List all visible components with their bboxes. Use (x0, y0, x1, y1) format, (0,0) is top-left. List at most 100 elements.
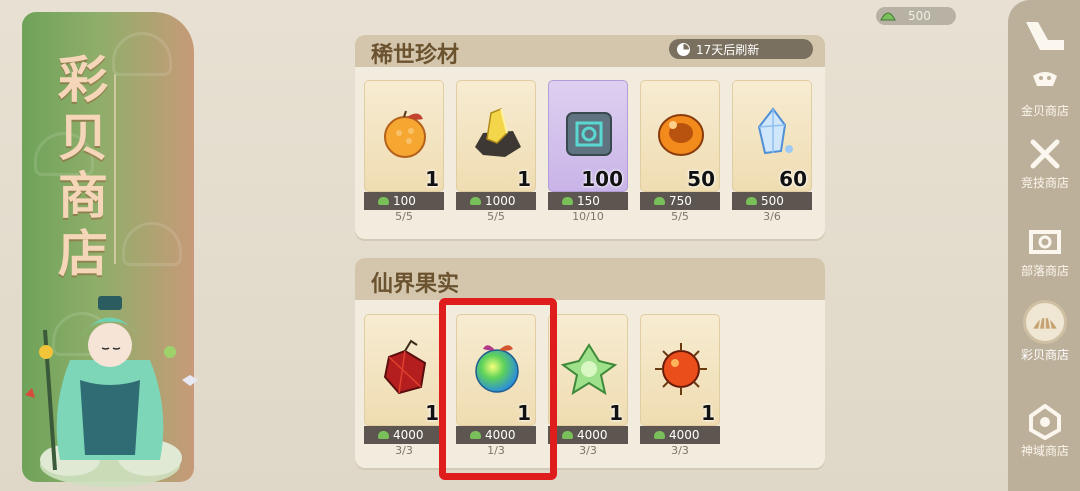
shell-currency-icon (378, 431, 389, 439)
refresh-timer-text: 17天后刷新 (696, 42, 760, 57)
item-slot: 1 (456, 80, 536, 192)
price-tag: 4000 (640, 426, 720, 444)
shell-currency-icon (654, 431, 665, 439)
item-quantity: 1 (701, 401, 715, 425)
purchase-limit: 10/10 (572, 210, 604, 223)
banner-divider (114, 74, 116, 264)
item-price: 500 (761, 194, 784, 208)
shell-currency-icon (880, 12, 896, 21)
shop-item-card[interactable]: 1 4000 3/3 (364, 314, 444, 460)
sidebar-item-label: 竞技商店 (1020, 176, 1069, 190)
active-indicator (1023, 300, 1067, 344)
sidebar-item-gold-shell-shop[interactable]: 金贝商店 (1010, 64, 1080, 134)
purchase-limit: 5/5 (395, 210, 413, 223)
spiky-fire-fruit-icon (655, 343, 707, 395)
banner-title-char: 贝 (58, 108, 108, 167)
clock-icon (677, 42, 690, 56)
banner-title-char: 彩 (58, 50, 108, 109)
item-price: 100 (393, 194, 416, 208)
item-slot: 1 (456, 314, 536, 426)
green-leaf-fruit-icon (560, 343, 618, 396)
shop-item-card[interactable]: 1 4000 3/3 (548, 314, 628, 460)
shell-pattern-decoration (112, 32, 172, 76)
shop-item-card[interactable]: 1 4000 3/3 (640, 314, 720, 460)
item-quantity: 1 (609, 401, 623, 425)
section-title: 仙界果实 (371, 271, 460, 297)
item-quantity: 1 (425, 401, 439, 425)
shell-currency-icon (654, 197, 665, 205)
sidebar-item-color-shell-shop[interactable]: 彩贝商店 (1010, 300, 1080, 370)
purchase-limit: 3/3 (395, 444, 413, 457)
gold-crystal-ore-icon (475, 107, 521, 157)
shell-currency-icon (470, 197, 481, 205)
purchase-limit: 5/5 (671, 210, 689, 223)
red-fruit-icon (383, 339, 427, 395)
item-slot: 1 (640, 314, 720, 426)
sidebar-item-label: 部落商店 (1020, 264, 1069, 278)
price-tag: 4000 (548, 426, 628, 444)
item-price: 150 (577, 194, 600, 208)
item-price: 1000 (485, 194, 516, 208)
item-slot: 1 (364, 80, 444, 192)
sidebar-item-arena-shop[interactable]: 竞技商店 (1010, 136, 1080, 206)
purchase-limit: 3/3 (671, 444, 689, 457)
ice-crystal-icon (757, 107, 793, 155)
shell-currency-icon (378, 197, 389, 205)
item-slot: 1 (364, 314, 444, 426)
rainbow-fruit-icon (475, 345, 519, 393)
item-quantity: 1 (517, 401, 531, 425)
item-quantity: 60 (779, 167, 807, 191)
shop-item-card[interactable]: 1 1000 5/5 (456, 80, 536, 226)
orange-fruit-icon (384, 110, 426, 158)
amber-stone-icon (658, 114, 704, 156)
gold-shell-icon (1033, 72, 1057, 86)
item-price: 4000 (485, 428, 516, 442)
price-tag: 1000 (456, 192, 536, 210)
price-tag: 500 (732, 192, 812, 210)
purchase-limit: 3/6 (763, 210, 781, 223)
color-shell-icon (1033, 313, 1057, 329)
shell-currency-icon (470, 431, 481, 439)
item-quantity: 100 (581, 167, 623, 191)
item-slot: 1 (548, 314, 628, 426)
shop-item-card[interactable]: 1 100 5/5 (364, 80, 444, 226)
item-price: 750 (669, 194, 692, 208)
price-tag: 150 (548, 192, 628, 210)
shell-pattern-decoration (122, 222, 182, 266)
sidebar-item-label: 神域商店 (1020, 444, 1069, 458)
shop-item-card[interactable]: 100 150 10/10 (548, 80, 628, 226)
sidebar-item-label: 彩贝商店 (1020, 348, 1069, 362)
price-tag: 4000 (456, 426, 536, 444)
currency-display: 500 (876, 7, 956, 25)
mascot-character-illustration (25, 296, 198, 487)
item-quantity: 1 (517, 167, 531, 191)
currency-amount: 500 (908, 9, 931, 23)
banner-title-char: 商 (58, 166, 108, 225)
purchase-limit: 3/3 (579, 444, 597, 457)
tribe-shield-icon (1029, 230, 1061, 254)
shop-item-card[interactable]: 60 500 3/6 (732, 80, 812, 226)
back-arrow-icon[interactable] (1020, 16, 1068, 56)
banner-title: 彩 贝 商 店 (58, 52, 118, 282)
price-tag: 750 (640, 192, 720, 210)
rune-stone-icon (566, 112, 612, 156)
item-price: 4000 (393, 428, 424, 442)
section-title: 稀世珍材 (371, 42, 460, 68)
item-slot: 100 (548, 80, 628, 192)
purchase-limit: 5/5 (487, 210, 505, 223)
item-quantity: 1 (425, 167, 439, 191)
shop-item-card[interactable]: 1 4000 1/3 (456, 314, 536, 460)
sidebar-item-label: 金贝商店 (1020, 104, 1069, 118)
sidebar-item-divine-shop[interactable]: 神域商店 (1010, 404, 1080, 474)
shell-currency-icon (562, 197, 573, 205)
item-price: 4000 (669, 428, 700, 442)
banner-title-char: 店 (58, 224, 108, 283)
item-slot: 50 (640, 80, 720, 192)
item-slot: 60 (732, 80, 812, 192)
crossed-swords-icon (1030, 139, 1060, 169)
sidebar-item-tribe-shop[interactable]: 部落商店 (1010, 224, 1080, 294)
item-price: 4000 (577, 428, 608, 442)
item-quantity: 50 (687, 167, 715, 191)
price-tag: 100 (364, 192, 444, 210)
shop-item-card[interactable]: 50 750 5/5 (640, 80, 720, 226)
